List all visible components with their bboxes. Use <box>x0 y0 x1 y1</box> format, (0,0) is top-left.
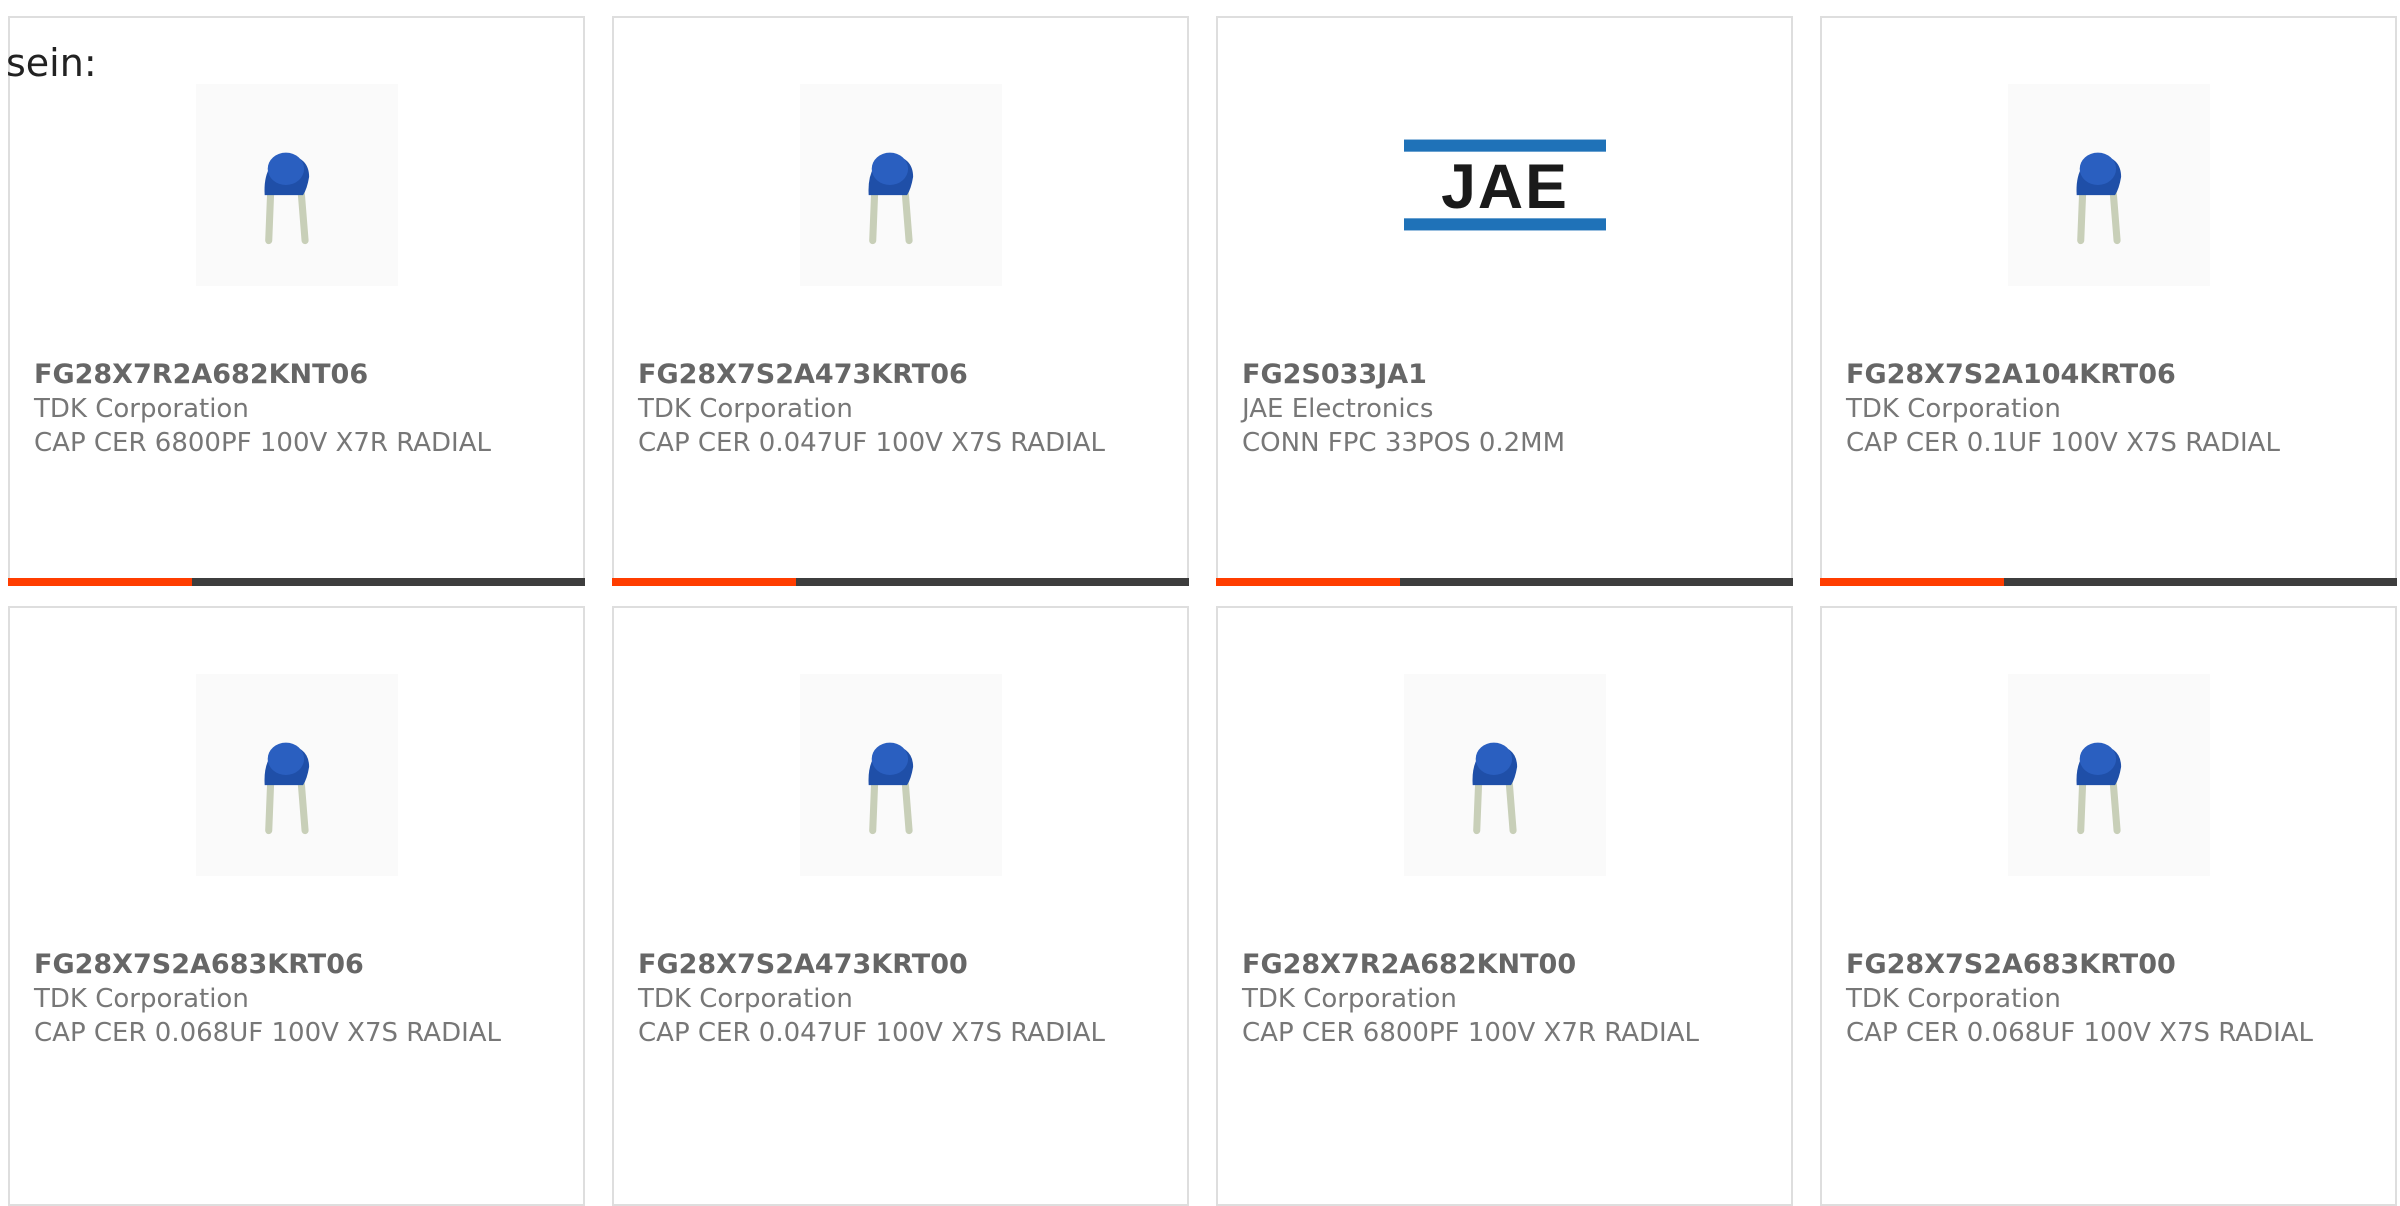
product-card[interactable]: JAE FG2S033JA1 JAE Electronics CONN FPC … <box>1216 16 1793 586</box>
manufacturer-name: TDK Corporation <box>1846 394 2061 424</box>
manufacturer-name: TDK Corporation <box>34 984 249 1014</box>
product-description: CAP CER 0.047UF 100V X7S RADIAL <box>638 428 1106 458</box>
card-footer-bar <box>1820 578 2397 586</box>
part-number-link[interactable]: FG28X7S2A473KRT06 <box>638 358 1167 392</box>
manufacturer-name: TDK Corporation <box>1242 984 1457 1014</box>
card-footer-bar <box>612 578 1189 586</box>
product-description: CAP CER 0.068UF 100V X7S RADIAL <box>1846 1018 2314 1048</box>
product-card[interactable]: FG28X7S2A683KRT06 TDK Corporation CAP CE… <box>8 606 585 1206</box>
part-number-link[interactable]: FG2S033JA1 <box>1242 358 1771 392</box>
part-number-link[interactable]: FG28X7S2A683KRT06 <box>34 948 563 982</box>
product-grid: FG28X7R2A682KNT06 TDK Corporation CAP CE… <box>8 16 2400 1206</box>
part-number-link[interactable]: FG28X7S2A104KRT06 <box>1846 358 2375 392</box>
capacitor-image[interactable] <box>195 84 398 286</box>
card-accent-bar <box>8 578 192 586</box>
capacitor-image[interactable] <box>799 674 1002 876</box>
product-card[interactable]: FG28X7S2A473KRT06 TDK Corporation CAP CE… <box>612 16 1189 586</box>
jae-logo[interactable]: JAE <box>1403 84 1606 286</box>
capacitor-image[interactable] <box>2007 84 2210 286</box>
intro-text: sein: <box>6 41 97 85</box>
manufacturer-name: TDK Corporation <box>638 394 853 424</box>
manufacturer-name: TDK Corporation <box>638 984 853 1014</box>
manufacturer-name: JAE Electronics <box>1242 394 1434 424</box>
part-number-link[interactable]: FG28X7S2A683KRT00 <box>1846 948 2375 982</box>
product-description: CAP CER 6800PF 100V X7R RADIAL <box>1242 1018 1699 1048</box>
capacitor-image[interactable] <box>799 84 1002 286</box>
part-number-link[interactable]: FG28X7R2A682KNT06 <box>34 358 563 392</box>
part-number-link[interactable]: FG28X7R2A682KNT00 <box>1242 948 1771 982</box>
product-description: CAP CER 0.068UF 100V X7S RADIAL <box>34 1018 502 1048</box>
product-description: CAP CER 6800PF 100V X7R RADIAL <box>34 428 491 458</box>
jae-logo-text: JAE <box>1441 152 1569 222</box>
product-description: CAP CER 0.1UF 100V X7S RADIAL <box>1846 428 2280 458</box>
manufacturer-name: TDK Corporation <box>1846 984 2061 1014</box>
product-description: CAP CER 0.047UF 100V X7S RADIAL <box>638 1018 1106 1048</box>
capacitor-image[interactable] <box>2007 674 2210 876</box>
card-footer-bar <box>8 578 585 586</box>
capacitor-image[interactable] <box>1403 674 1606 876</box>
manufacturer-name: TDK Corporation <box>34 394 249 424</box>
product-card[interactable]: FG28X7R2A682KNT06 TDK Corporation CAP CE… <box>8 16 585 586</box>
part-number-link[interactable]: FG28X7S2A473KRT00 <box>638 948 1167 982</box>
card-accent-bar <box>612 578 796 586</box>
product-card[interactable]: FG28X7S2A473KRT00 TDK Corporation CAP CE… <box>612 606 1189 1206</box>
product-description: CONN FPC 33POS 0.2MM <box>1242 428 1566 458</box>
card-footer-bar <box>1216 578 1793 586</box>
capacitor-image[interactable] <box>195 674 398 876</box>
product-card[interactable]: FG28X7S2A104KRT06 TDK Corporation CAP CE… <box>1820 16 2397 586</box>
product-card[interactable]: FG28X7S2A683KRT00 TDK Corporation CAP CE… <box>1820 606 2397 1206</box>
card-accent-bar <box>1820 578 2004 586</box>
card-accent-bar <box>1216 578 1400 586</box>
product-card[interactable]: FG28X7R2A682KNT00 TDK Corporation CAP CE… <box>1216 606 1793 1206</box>
